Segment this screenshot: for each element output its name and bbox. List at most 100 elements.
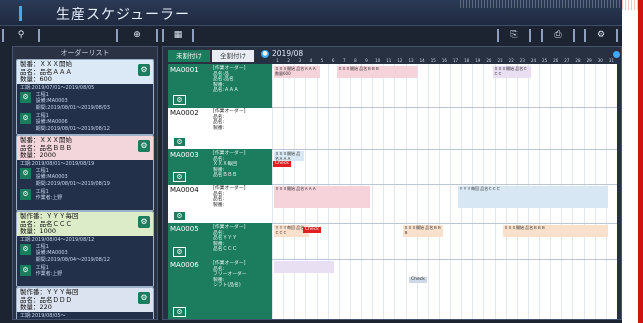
tab-unassigned[interactable]: 未割付け (168, 50, 210, 62)
day-label: 30 (597, 58, 603, 63)
machine-label[interactable]: MA0003 [作業オーダー] 品名: ＸＸＸ毎回 製番: 品名ＢＢＢ ⚙ (168, 149, 272, 184)
gear-icon[interactable]: ⚙ (173, 137, 186, 147)
order-card[interactable]: 製作番：ＹＹＹ毎回 品名：品名ＣＣＣ 数量：1000 ⚙ 工期:2019/08/… (16, 211, 154, 288)
settings-button[interactable]: ⚙ (584, 29, 618, 42)
schedule-bar[interactable]: ＸＸＸ開始 品名ＢＢＢ (337, 66, 417, 78)
machine-info-line: 品名ＢＢＢ (213, 173, 237, 179)
process-period: 期間:2019/08/04～2019/08/12 (35, 256, 110, 263)
row-separator (272, 149, 617, 150)
gear-icon[interactable]: ⚙ (20, 189, 31, 201)
scroll-indicator-icon[interactable] (613, 51, 620, 58)
gear-icon[interactable]: ⚙ (173, 211, 186, 221)
schedule-bar[interactable]: ＸＸＸ開始 品名ＢＢＢ (503, 225, 608, 237)
day-label: 10 (375, 58, 381, 63)
machine-label[interactable]: MA0005 [作業オーダー] 品名: 品名ＹＹＹ 製番: 品名ＣＣＣ ⚙ (168, 223, 272, 259)
machine-code: MA0005 (170, 225, 199, 233)
import-button[interactable]: ⎙ (541, 29, 575, 42)
check-tag[interactable]: Check (273, 161, 291, 167)
gear-icon[interactable]: ⚙ (20, 265, 31, 277)
schedule-bar[interactable]: ＸＸＸ開始 品名ＢＢＢ (403, 225, 443, 237)
machine-info-line: フリーオーダー (213, 272, 247, 278)
day-label: 13 (408, 58, 414, 63)
gear-icon[interactable]: ⚙ (138, 292, 150, 304)
machine-info-line: [作業オーダー] (213, 225, 246, 230)
page-edge-decoration (622, 0, 643, 323)
gear-icon[interactable]: ⚙ (173, 172, 186, 182)
gantt-panel: 未割付け 全割付け ● 2019/08 1 2 3 4 5 6 7 8 9 10 11 12 13 14 1… (162, 46, 622, 320)
schedule-bar[interactable]: ＸＸＸ開始 品名ＡＡＡ (274, 186, 370, 208)
gear-icon[interactable]: ⚙ (173, 247, 186, 257)
title-bar: 生産スケジューラー (0, 0, 622, 26)
machine-label[interactable]: MA0002 [作業オーダー] 品名: 品名: 製番: ⚙ (168, 107, 272, 149)
day-label: 31 (608, 58, 614, 63)
order-card[interactable]: 製番：ＸＸＸ開始 品名：品名ＢＢＢ 数量：2000 ⚙ 工期:2019/08/0… (16, 135, 154, 212)
gear-icon[interactable]: ⚙ (20, 92, 31, 104)
search-icon: ⚲ (17, 30, 25, 40)
process-item[interactable]: ⚙ 工程1 作業者:上野 (20, 189, 150, 209)
process-item[interactable]: ⚙ 工程1 設備:MA0006 期間:2019/08/01～2019/08/12 (20, 113, 150, 133)
gear-icon[interactable]: ⚙ (20, 168, 31, 180)
order-card[interactable]: 製番：ＸＸＸ開始 品名：品名ＡＡＡ 数量：600 ⚙ 工期:2019/07/01… (16, 59, 154, 136)
machine-code: MA0004 (170, 186, 199, 194)
calendar-button[interactable]: ▦ (162, 29, 194, 42)
schedule-bar[interactable] (274, 261, 334, 273)
day-label: 11 (386, 58, 392, 63)
tab-all-assigned[interactable]: 全割付け (212, 50, 254, 62)
toolbar: ⚲ ⊕ ▦ ⎘ ⎙ ⚙ (0, 27, 622, 44)
order-quantity: 数量：1000 (20, 227, 57, 235)
order-card[interactable]: 製作番：ＹＹＹ毎回 品名：品名ＤＤＤ 数量：220 ⚙ 工期:2019/08/0… (16, 287, 154, 319)
process-period: 期間:2019/08/01～2019/08/19 (35, 180, 110, 187)
day-label: 28 (575, 58, 581, 63)
day-label: 24 (530, 58, 536, 63)
refresh-icon[interactable]: ● (261, 50, 269, 58)
search-button[interactable]: ⚲ (2, 29, 40, 42)
order-quantity: 数量：220 (20, 303, 52, 311)
machine-label[interactable]: MA0001 [作業オーダー] 品名:品 品名:品名 製番: 品名:ＡＡＡ ⚙ (168, 64, 272, 107)
check-tag[interactable]: Check (409, 277, 427, 283)
schedule-bar[interactable]: ＸＸＸ開始 品名ＡＡＡ (274, 151, 304, 161)
process-item[interactable]: ⚙ 工程1 設備:MA0003 期間:2019/08/04～2019/08/12 (20, 244, 150, 264)
import-icon: ⎙ (554, 30, 562, 40)
machine-info-line: 品名ＣＣＣ (213, 247, 237, 253)
app-window: 生産スケジューラー ⚲ ⊕ ▦ ⎘ ⎙ ⚙ オーダーリスト 製番：ＸＸＸ開始 品… (0, 0, 622, 323)
order-card-body: 工期:2019/08/01～2019/08/19 ⚙ 工程1 設備:MA0003… (17, 160, 153, 211)
process-item[interactable]: ⚙ 工程1 設備:MA0003 期間:2019/08/01～2019/08/03 (20, 92, 150, 112)
machine-info: [作業オーダー] 品名: 品名: 製番: (213, 186, 246, 208)
machine-info-line: シフト(品名) (213, 283, 241, 289)
gear-icon[interactable]: ⚙ (20, 113, 31, 125)
day-label: 17 (453, 58, 459, 63)
check-tag[interactable]: Check (303, 227, 321, 233)
export-button[interactable]: ⎘ (497, 29, 531, 42)
gear-icon[interactable]: ⚙ (138, 140, 150, 152)
machine-info: [作業オーダー] 品名: フリーオーダー 製番: シフト(品名) (213, 261, 247, 289)
day-label: 20 (486, 58, 492, 63)
month-label: 2019/08 (272, 49, 304, 58)
process-item[interactable]: ⚙ 工程1 作業者:上野 (20, 265, 150, 285)
schedule-bar[interactable]: ＸＸＸ開始 品名ＣＣＣ (493, 66, 531, 78)
day-label: 16 (441, 58, 447, 63)
gear-icon[interactable]: ⚙ (173, 307, 186, 317)
schedule-bar[interactable]: ＸＸＸ開始 品名ＡＡＡ 数量600 (274, 66, 320, 78)
day-label: 23 (519, 58, 525, 63)
order-card-body: 工期:2019/08/05～ (17, 312, 153, 319)
schedule-bar[interactable]: ＹＹＹ毎回 品名ＣＣＣ (458, 186, 608, 208)
gear-icon[interactable]: ⚙ (20, 244, 31, 256)
order-list-title: オーダーリスト (60, 49, 110, 57)
machine-row: MA0006 [作業オーダー] 品名: フリーオーダー 製番: シフト(品名) … (168, 259, 617, 319)
machine-row: MA0002 [作業オーダー] 品名: 品名: 製番: ⚙ (168, 107, 617, 149)
row-separator (272, 223, 617, 224)
day-label: 2 (287, 58, 290, 63)
machine-label[interactable]: MA0004 [作業オーダー] 品名: 品名: 製番: ⚙ (168, 184, 272, 223)
gear-icon[interactable]: ⚙ (138, 216, 150, 228)
machine-row: MA0003 [作業オーダー] 品名: ＸＸＸ毎回 製番: 品名ＢＢＢ ⚙ (168, 149, 617, 184)
gear-icon[interactable]: ⚙ (138, 64, 150, 76)
add-button[interactable]: ⊕ (116, 29, 158, 42)
process-item[interactable]: ⚙ 工程1 設備:MA0003 期間:2019/08/01～2019/08/19 (20, 168, 150, 188)
machine-info-line: [作業オーダー] (213, 66, 246, 71)
machine-info-line: 製番: (213, 125, 225, 131)
gear-icon[interactable]: ⚙ (173, 95, 186, 105)
order-quantity: 数量：600 (20, 75, 52, 83)
day-label: 29 (586, 58, 592, 63)
machine-label[interactable]: MA0006 [作業オーダー] 品名: フリーオーダー 製番: シフト(品名) … (168, 259, 272, 319)
row-separator (272, 184, 617, 185)
